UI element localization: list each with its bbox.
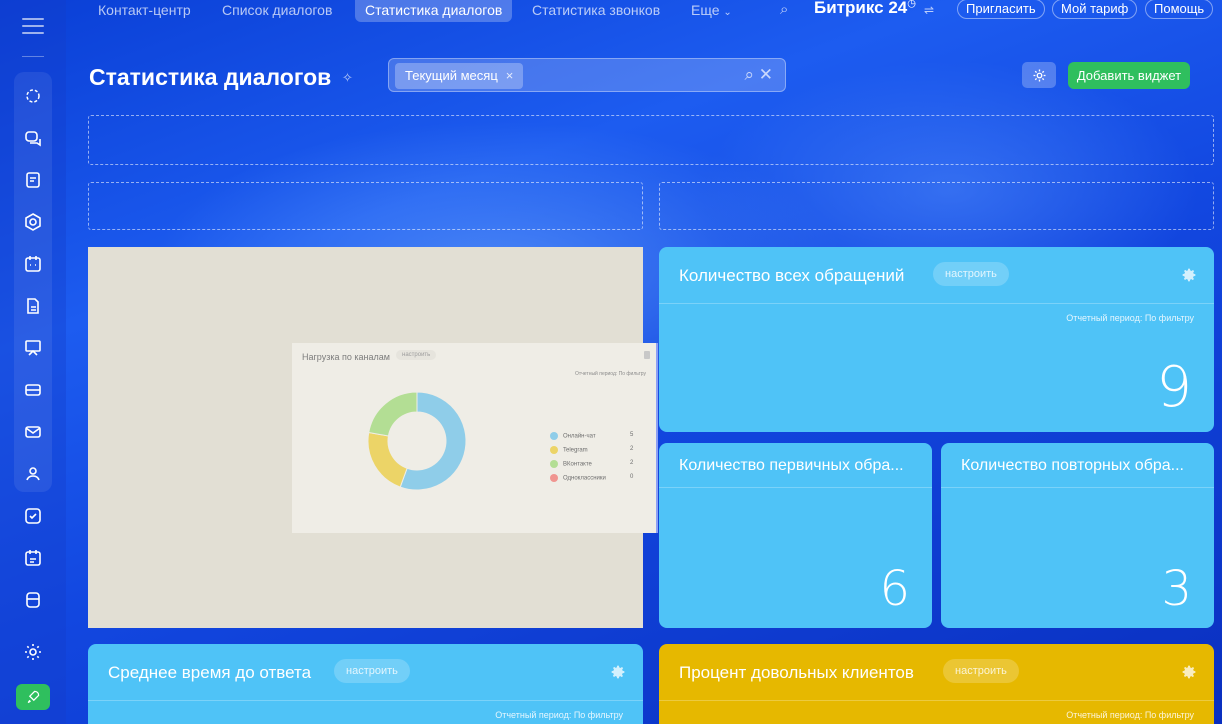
users-icon[interactable] (23, 464, 43, 484)
clock-icon: ◷ (907, 0, 916, 10)
avg-time-period: Отчетный период: По фильтру (495, 710, 623, 720)
widget-divider (941, 487, 1214, 488)
tariff-button[interactable]: Мой тариф (1052, 0, 1138, 19)
avg-time-configure-button[interactable]: настроить (334, 659, 410, 683)
sidebar-divider (22, 56, 44, 57)
donut-slice (367, 431, 408, 488)
repeat-requests-value: 3 (1161, 561, 1192, 617)
nav-more[interactable]: Еще ⌄ (691, 0, 732, 23)
all-requests-widget[interactable]: Количество всех обращений настроить Отче… (659, 247, 1214, 432)
brand-logo: Битрикс 24◷ (814, 0, 916, 18)
presentation-icon[interactable] (23, 338, 43, 358)
document-icon[interactable] (23, 170, 43, 190)
rocket-icon[interactable] (16, 684, 50, 710)
widget-gear-icon[interactable] (1181, 664, 1197, 680)
legend-dot (550, 460, 558, 468)
brand-number: 24 (888, 0, 908, 17)
inbox-icon[interactable] (23, 380, 43, 400)
legend-item: Онлайн-чат (550, 432, 596, 440)
checkbox-icon[interactable] (23, 506, 43, 526)
all-requests-configure-button[interactable]: настроить (933, 262, 1009, 286)
legend-value: 2 (630, 460, 634, 466)
widget-divider (659, 487, 932, 488)
widget-divider (88, 700, 643, 701)
help-button[interactable]: Помощь (1145, 0, 1214, 19)
primary-requests-title: Количество первичных обра... (679, 457, 904, 474)
satisfied-title: Процент довольных клиентов (679, 663, 914, 682)
top-navigation: Контакт-центр Список диалогов Статистика… (66, 0, 1222, 22)
drop-zone-left[interactable] (88, 182, 643, 230)
legend-dot (550, 446, 558, 454)
filter-search-icon[interactable]: ⌕ (744, 65, 754, 84)
widget-divider (659, 700, 1214, 701)
hexagon-icon[interactable] (23, 212, 43, 232)
legend-item: Telegram (550, 446, 588, 454)
page-title: Статистика диалогов (89, 64, 332, 90)
nav-contact-center[interactable]: Контакт-центр (98, 0, 191, 20)
invite-button[interactable]: Пригласить (957, 0, 1045, 19)
widget-gear-icon[interactable] (1181, 267, 1197, 283)
nav-call-stats[interactable]: Статистика звонков (532, 0, 660, 20)
legend-label: ВКонтакте (563, 461, 592, 468)
primary-requests-widget[interactable]: Количество первичных обра... 6 (659, 443, 932, 628)
filter-tag-label: Текущий месяц (405, 68, 498, 83)
store-icon[interactable] (23, 590, 43, 610)
drop-zone-right[interactable] (659, 182, 1214, 230)
satisfied-period: Отчетный период: По фильтру (1066, 710, 1194, 720)
left-sidebar (0, 0, 66, 724)
channel-load-widget[interactable]: Нагрузка по каналам настроить Отчетный п… (292, 343, 658, 533)
calendar-icon[interactable] (23, 254, 43, 274)
dashboard-settings-button[interactable] (1022, 62, 1056, 88)
filter-clear-icon[interactable]: ✕ (759, 65, 773, 84)
file-icon[interactable] (23, 296, 43, 316)
repeat-requests-widget[interactable]: Количество повторных обра... 3 (941, 443, 1214, 628)
legend-item: Одноклассники (550, 474, 606, 482)
all-requests-title: Количество всех обращений (679, 266, 905, 285)
filter-search-bar[interactable]: Текущий месяц × ⌕ ✕ (388, 58, 786, 92)
all-requests-period: Отчетный период: По фильтру (1066, 313, 1194, 323)
sliders-icon[interactable]: ⇌ (924, 0, 934, 20)
search-icon[interactable]: ⌕ (780, 0, 788, 20)
donut-slice (368, 391, 418, 437)
nav-dialog-list[interactable]: Список диалогов (222, 0, 332, 20)
filter-tag[interactable]: Текущий месяц × (395, 63, 524, 89)
legend-dot (550, 474, 558, 482)
drop-zone-full[interactable] (88, 115, 1214, 165)
satisfied-configure-button[interactable]: настроить (943, 659, 1019, 683)
legend-value: 2 (630, 446, 634, 452)
menu-burger-icon[interactable] (22, 18, 44, 34)
all-requests-value: 9 (1156, 355, 1192, 420)
primary-requests-value: 6 (879, 561, 910, 617)
nav-dialog-stats[interactable]: Статистика диалогов (355, 0, 513, 22)
legend-value: 5 (630, 432, 634, 438)
widget-gear-icon[interactable] (610, 664, 626, 680)
repeat-requests-title: Количество повторных обра... (961, 457, 1184, 474)
remove-tag-icon[interactable]: × (506, 68, 514, 83)
legend-dot (550, 432, 558, 440)
legend-item: ВКонтакте (550, 460, 592, 468)
avg-time-title: Среднее время до ответа (108, 663, 312, 682)
legend-label: Telegram (563, 447, 588, 454)
feed-icon[interactable] (23, 86, 43, 106)
brand-name: Битрикс (814, 0, 884, 17)
chevron-down-icon: ⌄ (723, 7, 732, 18)
gear-icon (1033, 69, 1045, 81)
widget-divider (659, 303, 1214, 304)
chat-icon[interactable] (23, 128, 43, 148)
avg-response-time-widget[interactable]: Среднее время до ответа настроить Отчетн… (88, 644, 643, 724)
legend-label: Одноклассники (563, 475, 606, 482)
schedule-icon[interactable] (23, 548, 43, 568)
satisfied-clients-widget[interactable]: Процент довольных клиентов настроить Отч… (659, 644, 1214, 724)
mail-icon[interactable] (23, 422, 43, 442)
add-widget-button[interactable]: Добавить виджет (1068, 62, 1190, 89)
settings-gear-icon[interactable] (23, 642, 43, 662)
nav-more-label: Еще (691, 2, 720, 18)
pin-icon[interactable]: ✧ (342, 70, 353, 86)
legend-value: 0 (630, 474, 634, 480)
channel-donut-chart (367, 391, 467, 491)
legend-label: Онлайн-чат (563, 433, 596, 440)
